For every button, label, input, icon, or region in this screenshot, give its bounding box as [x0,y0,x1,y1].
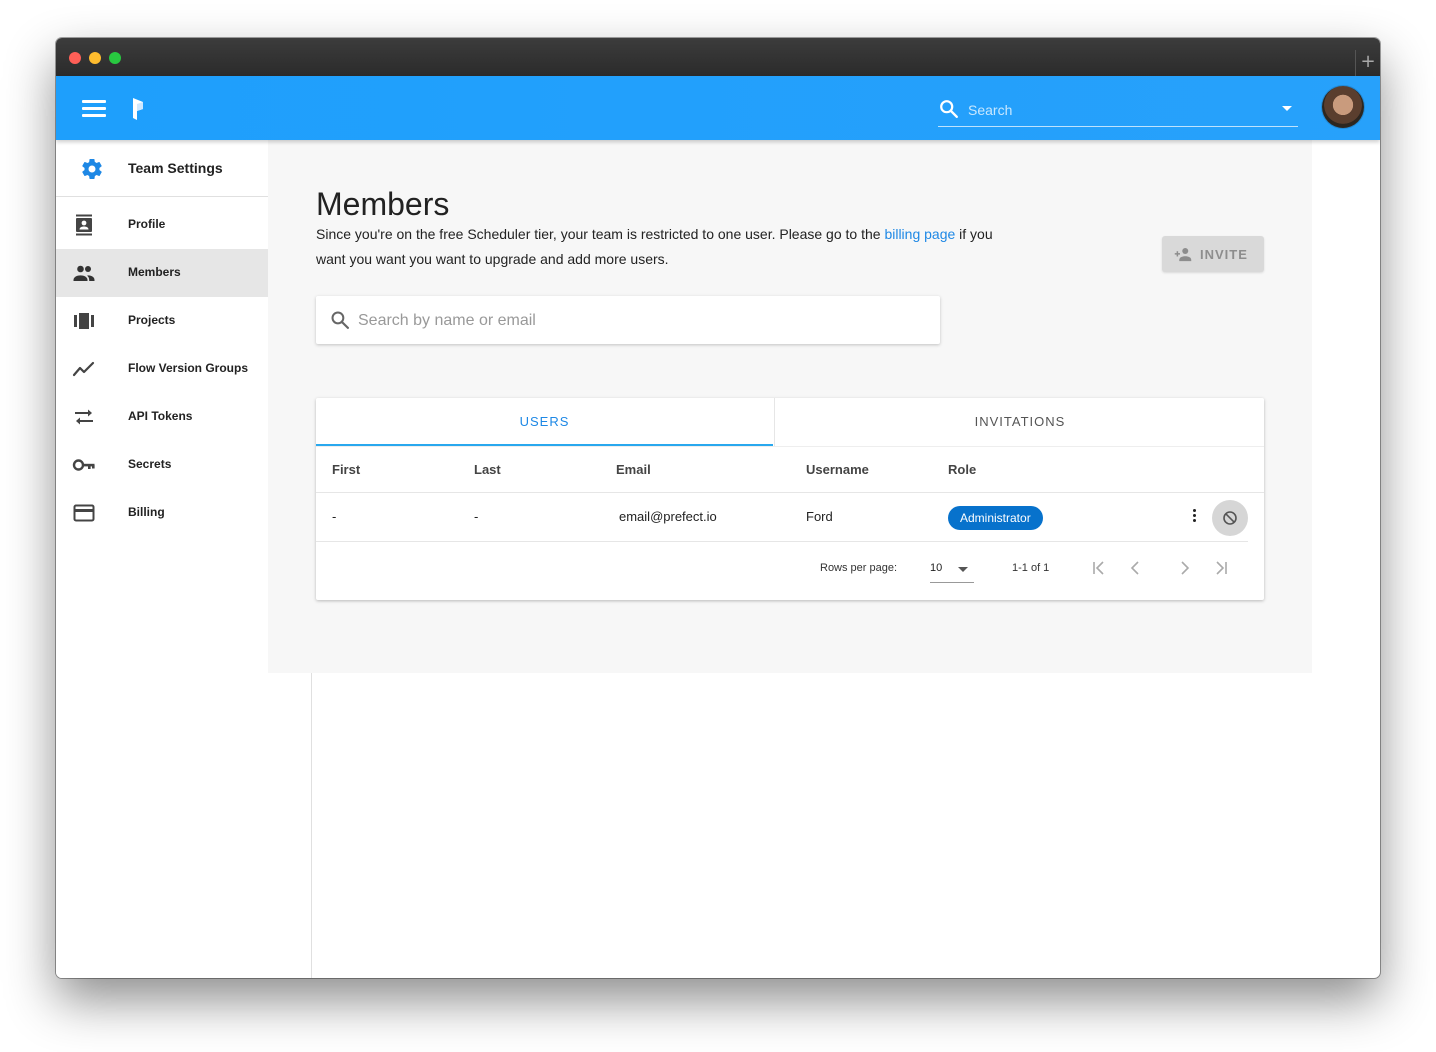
cell-email: email@prefect.io [619,509,717,524]
column-header-last[interactable]: Last [474,462,501,477]
header-divider [316,492,1264,493]
column-header-email[interactable]: Email [616,462,651,477]
first-page-icon[interactable] [1090,559,1108,577]
billing-page-link[interactable]: billing page [884,226,955,242]
more-vert-icon[interactable] [1186,509,1202,527]
previous-page-icon[interactable] [1126,559,1144,577]
invite-label: INVITE [1200,247,1248,262]
sidebar-item-label: Billing [128,505,165,519]
global-search[interactable] [938,94,1298,127]
maximize-window-button[interactable] [109,52,121,64]
user-avatar[interactable] [1322,86,1364,128]
cell-first: - [332,509,337,524]
app-bar [56,76,1380,140]
minimize-window-button[interactable] [89,52,101,64]
cell-username: Ford [806,509,833,524]
sidebar-item-label: API Tokens [128,409,193,423]
sidebar-item-label: Secrets [128,457,172,471]
new-tab-button[interactable]: + [1355,50,1380,76]
members-tabs: USERS INVITATIONS [316,398,1264,447]
sidebar-title: Team Settings [128,160,223,176]
page-title: Members [316,186,450,222]
remove-user-button[interactable] [1212,500,1248,536]
tier-notice: Since you're on the free Scheduler tier,… [316,222,1016,272]
key-icon [72,459,95,471]
members-card: USERS INVITATIONS First Last Email Usern… [316,398,1264,600]
column-header-role[interactable]: Role [948,462,976,477]
chevron-down-icon [958,567,968,572]
credit-card-icon [73,504,95,522]
notice-text: Since you're on the free Scheduler tier,… [316,226,885,242]
chevron-down-icon[interactable] [1282,106,1292,111]
people-icon [73,265,95,281]
tab-users[interactable]: USERS [316,398,773,446]
member-search[interactable] [316,296,940,344]
next-page-icon[interactable] [1176,559,1194,577]
column-header-username[interactable]: Username [806,462,869,477]
hamburger-menu-icon[interactable] [82,100,106,118]
role-badge: Administrator [948,506,1043,530]
gear-icon [82,159,102,180]
sidebar-item-label: Projects [128,313,176,327]
person-add-icon [1174,248,1192,262]
pagination-range: 1-1 of 1 [1012,562,1050,574]
view-array-icon [74,313,94,329]
search-icon [331,311,349,329]
cell-last: - [474,509,479,524]
invite-button[interactable]: INVITE [1162,236,1264,272]
column-header-first[interactable]: First [332,462,360,477]
contact-card-icon [76,214,92,236]
trending-line-icon [72,361,95,377]
window-titlebar: + [56,38,1380,76]
search-icon [940,100,958,118]
swap-arrows-icon [75,409,93,425]
rows-per-page-select[interactable]: 10 [930,556,974,583]
sidebar-item-label: Flow Version Groups [128,361,249,375]
row-divider [316,541,1248,542]
close-window-button[interactable] [69,52,81,64]
global-search-input[interactable] [966,98,1270,122]
rows-per-page-value: 10 [930,562,943,574]
sidebar-item-label: Members [128,265,181,279]
block-icon [1223,511,1237,525]
sidebar-item-label: Profile [128,217,166,231]
tab-invitations[interactable]: INVITATIONS [774,398,1265,446]
rows-per-page-label: Rows per page: [820,562,898,574]
member-search-input[interactable] [356,309,920,333]
last-page-icon[interactable] [1212,559,1230,577]
prefect-logo-icon[interactable] [129,96,149,122]
